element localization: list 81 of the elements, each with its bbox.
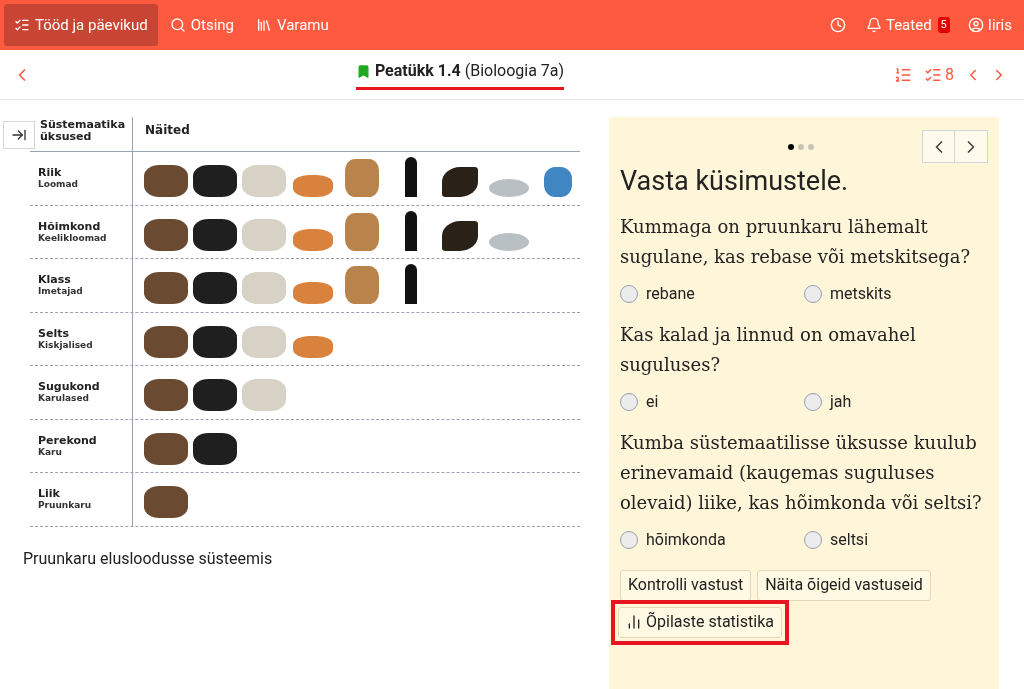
radio-button[interactable] — [620, 530, 638, 549]
option-label[interactable]: metskits — [830, 281, 892, 306]
animal-photo — [345, 159, 379, 198]
animal-photo — [242, 325, 286, 358]
rank-name: Riik — [38, 166, 63, 180]
question-text: Kummaga on pruunkaru lähemalt sugulane, kas rebase või metskitsega? — [620, 214, 972, 269]
animal-photo — [405, 157, 417, 198]
arrow-to-line-icon — [11, 127, 27, 143]
checklist-icon — [14, 17, 30, 33]
rank-example: Karulased — [38, 393, 90, 405]
option-label[interactable]: rebane — [646, 281, 695, 306]
animal-photo — [193, 325, 237, 358]
books-icon — [256, 17, 272, 33]
radio-button[interactable] — [804, 392, 822, 411]
rank-example: Karu — [38, 446, 63, 458]
animal-photo — [293, 335, 333, 358]
search-icon — [169, 17, 186, 33]
quiz-title: Vasta küsimustele. — [620, 164, 850, 199]
rank-example: Kiskjalised — [38, 339, 94, 351]
notification-count: 5 — [937, 17, 950, 33]
animal-photo — [193, 379, 237, 412]
animal-photo — [144, 272, 188, 305]
animal-photo — [293, 282, 333, 305]
animal-photo — [405, 210, 417, 251]
radio-button[interactable] — [804, 284, 822, 303]
check-answer-button[interactable]: Kontrolli vastust — [620, 569, 752, 601]
rank-example: Imetajad — [38, 286, 84, 298]
expand-button[interactable] — [3, 121, 35, 149]
animal-photo — [345, 266, 379, 305]
notifications-button[interactable]: Teated 5 — [855, 13, 960, 37]
animal-photo — [144, 486, 188, 519]
radio-button[interactable] — [620, 392, 638, 411]
rank-name: Selts — [38, 326, 70, 340]
rank-example: Loomad — [38, 179, 79, 191]
animal-photo — [293, 175, 333, 198]
column-header: Süstemaatika üksused — [40, 119, 127, 143]
animal-photo — [489, 179, 529, 198]
animal-photo — [293, 228, 333, 251]
animal-photo — [144, 432, 188, 465]
chapter-title: Peatükk 1.4 (Bioloogia 7a) — [355, 59, 565, 90]
animal-photo — [193, 218, 237, 251]
animal-photo — [442, 220, 478, 251]
rank-name: Liik — [38, 487, 61, 501]
rank-name: Hõimkond — [38, 219, 102, 233]
animal-photo — [242, 165, 286, 198]
animal-photo — [242, 218, 286, 251]
animal-photo — [405, 264, 417, 305]
rank-example: Pruunkaru — [38, 500, 93, 512]
rank-name: Sugukond — [38, 380, 101, 394]
nav-tab[interactable]: Tööd ja päevikud — [4, 4, 158, 46]
rank-name: Perekond — [38, 433, 98, 447]
animal-photo — [193, 165, 237, 198]
option-label[interactable]: hõimkonda — [646, 527, 726, 552]
animal-photo — [144, 379, 188, 412]
radio-button[interactable] — [804, 530, 822, 549]
animal-photo — [242, 272, 286, 305]
option-label[interactable]: seltsi — [830, 527, 868, 552]
animal-photo — [193, 432, 237, 465]
animal-photo — [544, 167, 572, 198]
figure-caption: Pruunkaru elusloodusse süsteemis — [23, 547, 274, 570]
animal-photo — [442, 167, 478, 198]
column-header: Näited — [144, 122, 190, 139]
chart-icon — [626, 614, 642, 630]
statistics-button[interactable]: Õpilaste statistika — [618, 606, 782, 638]
radio-button[interactable] — [620, 284, 638, 303]
option-label[interactable]: ei — [646, 389, 659, 414]
show-answers-button[interactable]: Näita õigeid vastuseid — [757, 569, 931, 601]
option-label[interactable]: jah — [830, 389, 852, 414]
animal-photo — [193, 272, 237, 305]
rank-example: Keelikloomad — [38, 232, 108, 244]
question-text: Kas kalad ja linnud on omavahel suguluses? — [620, 322, 917, 377]
animal-photo — [144, 165, 188, 198]
animal-photo — [242, 379, 286, 412]
bell-icon — [865, 17, 882, 33]
animal-photo — [144, 325, 188, 358]
question-text: Kumba süstemaatilisse üksusse kuulub erinevamaid (kaugemas suguluses olevaid) liike, kas hõimkonda või seltsi? — [620, 430, 983, 515]
animal-photo — [345, 212, 379, 251]
rank-name: Klass — [38, 273, 72, 287]
animal-photo — [144, 218, 188, 251]
user-icon — [967, 17, 984, 33]
animal-photo — [489, 232, 529, 251]
